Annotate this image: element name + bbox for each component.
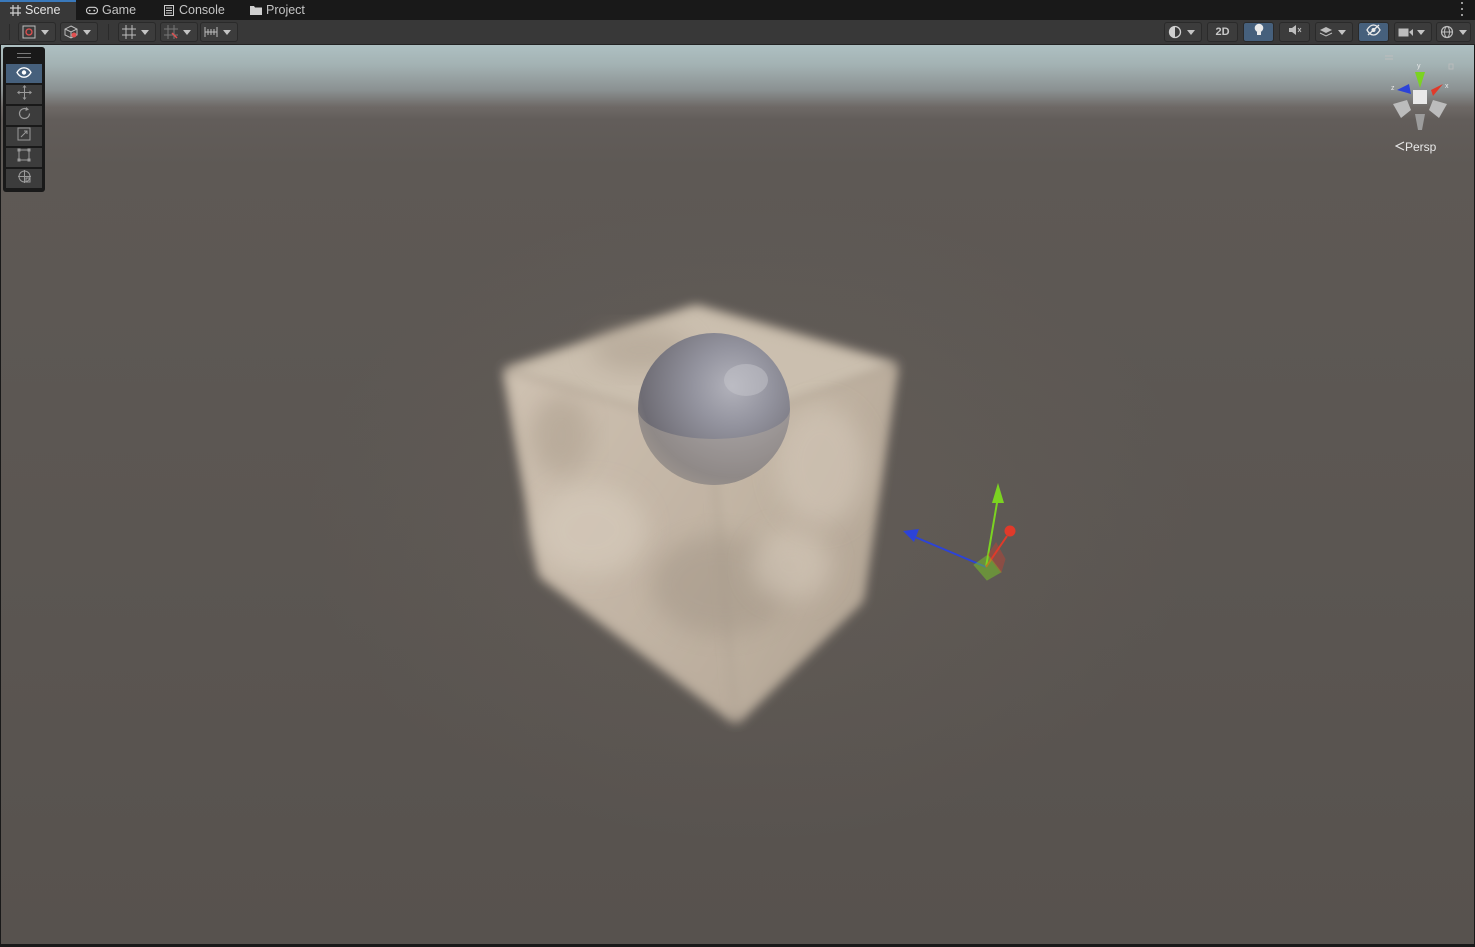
- camera-icon: [1395, 23, 1415, 41]
- tab-project[interactable]: Project: [250, 0, 320, 20]
- lighting-toggle-button[interactable]: [1243, 22, 1274, 42]
- move-arrows-icon: [16, 84, 32, 105]
- chevron-down-icon: [139, 23, 151, 41]
- global-local-dropdown[interactable]: [60, 22, 98, 42]
- tab-scene[interactable]: Scene: [0, 0, 76, 20]
- eye-icon: [16, 65, 32, 83]
- rect-transform-icon: [17, 148, 31, 167]
- grid-snap-icon: [161, 23, 181, 41]
- gizmo-tool-dropdown[interactable]: [18, 22, 56, 42]
- chevron-down-icon: [81, 23, 93, 41]
- projection-toggle[interactable]: Persp: [1394, 140, 1437, 154]
- lock-icon: [1448, 63, 1454, 70]
- gizmo-x-cone-icon: [1431, 84, 1443, 96]
- toolbar-divider: [108, 24, 109, 40]
- gizmo-x-label: x: [1445, 83, 1449, 90]
- gizmo-y-label: y: [1417, 63, 1421, 70]
- transform-tool-button[interactable]: [6, 169, 42, 188]
- cube-local-icon: [61, 23, 81, 41]
- more-options-icon[interactable]: [1459, 2, 1465, 16]
- scene-viewport[interactable]: [1, 45, 1474, 944]
- sphere-object: [638, 333, 790, 485]
- draw-mode-dropdown[interactable]: [1164, 22, 1202, 42]
- move-tool-button[interactable]: [6, 84, 42, 105]
- scene-visibility-button[interactable]: [1358, 22, 1389, 42]
- perspective-chevron-icon: [1394, 140, 1405, 154]
- chevron-down-icon: [1457, 23, 1469, 41]
- tab-label: Console: [179, 3, 225, 17]
- hidden-eye-icon: [1366, 23, 1381, 41]
- transform-all-icon: [17, 169, 32, 189]
- editor-tab-bar: Scene Game Console Project: [0, 0, 1475, 20]
- view-tool-button[interactable]: [6, 64, 42, 83]
- tab-label: Project: [266, 3, 305, 17]
- chevron-down-icon: [1336, 23, 1348, 41]
- scene-render: [505, 307, 1016, 722]
- scale-tool-button[interactable]: [6, 127, 42, 146]
- increment-snap-dropdown[interactable]: [200, 22, 238, 42]
- gizmos-dropdown[interactable]: [1436, 22, 1471, 42]
- grid-snap-dropdown[interactable]: [118, 22, 156, 42]
- tool-palette: [3, 47, 45, 192]
- tab-console[interactable]: Console: [163, 0, 233, 20]
- drag-handle-icon[interactable]: [17, 53, 31, 58]
- move-transform-gizmo[interactable]: [903, 483, 1016, 581]
- scale-icon: [17, 127, 31, 146]
- chevron-down-icon: [181, 23, 193, 41]
- speaker-mute-icon: [1288, 23, 1302, 41]
- gizmo-globe-icon: [1437, 23, 1457, 41]
- gamepad-icon: [86, 4, 98, 16]
- gizmo-z-cone-icon: [1397, 84, 1411, 94]
- effects-dropdown[interactable]: [1315, 22, 1353, 42]
- toolbar-divider: [9, 24, 10, 40]
- folder-icon: [250, 4, 262, 16]
- rotate-tool-button[interactable]: [6, 106, 42, 125]
- camera-settings-dropdown[interactable]: [1394, 22, 1432, 42]
- tab-label: Game: [102, 3, 137, 17]
- light-bulb-icon: [1253, 23, 1265, 42]
- console-list-icon: [163, 4, 175, 16]
- tab-game[interactable]: Game: [86, 0, 146, 20]
- chevron-down-icon: [221, 23, 233, 41]
- toggle-2d-label: 2D: [1215, 26, 1230, 38]
- grid-visibility-icon: [119, 23, 139, 41]
- toggle-2d-button[interactable]: 2D: [1207, 22, 1238, 42]
- snap-increment-dropdown[interactable]: [160, 22, 198, 42]
- chevron-down-icon: [39, 23, 51, 41]
- chevron-down-icon: [1415, 23, 1427, 41]
- gizmo-z-label: z: [1391, 85, 1395, 92]
- shading-sphere-icon: [1165, 23, 1185, 41]
- rect-tool-button[interactable]: [6, 148, 42, 167]
- hash-grid-icon: [9, 4, 21, 16]
- scene-toolbar: 2D: [0, 20, 1475, 45]
- layers-effects-icon: [1316, 23, 1336, 41]
- pivot-target-icon: [19, 23, 39, 41]
- gizmo-y-cone-icon: [1415, 72, 1425, 88]
- ruler-snap-icon: [201, 23, 221, 41]
- audio-toggle-button[interactable]: [1279, 22, 1310, 42]
- rotate-icon: [17, 106, 32, 126]
- tab-label: Scene: [25, 3, 61, 17]
- projection-label: Persp: [1405, 140, 1437, 154]
- chevron-down-icon: [1185, 23, 1197, 41]
